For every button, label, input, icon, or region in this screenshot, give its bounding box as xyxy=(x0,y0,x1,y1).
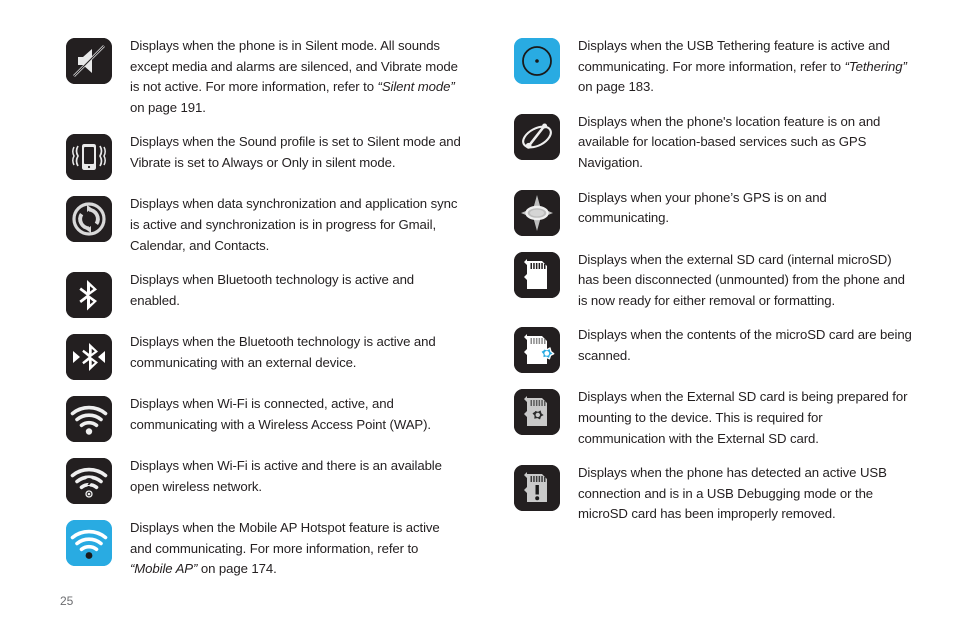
description-fragment: Displays when the external SD card (inte… xyxy=(578,251,905,308)
page-number: 25 xyxy=(60,594,74,608)
icon-description-row: Displays when the contents of the microS… xyxy=(512,325,912,374)
description-fragment: Displays when the Bluetooth technology i… xyxy=(130,334,436,370)
icon-description-text: Displays when your phone’s GPS is on and… xyxy=(578,188,912,229)
icon-description-row: Displays when the external SD card (inte… xyxy=(512,250,912,312)
icon-description-text: Displays when the External SD card is be… xyxy=(578,387,912,449)
icon-description-row: ? Displays when Wi-Fi is active and ther… xyxy=(64,456,464,505)
icon-description-row: Displays when data synchronization and a… xyxy=(64,194,464,256)
description-fragment: Displays when the Mobile AP Hotspot feat… xyxy=(130,520,440,556)
icon-description-row: Displays when the phone's location featu… xyxy=(512,112,912,174)
description-fragment: on page 174. xyxy=(197,561,277,577)
description-fragment: Displays when the External SD card is be… xyxy=(578,389,908,446)
description-fragment: on page 191. xyxy=(130,99,206,115)
description-fragment: Displays when Wi-Fi is active and there … xyxy=(130,458,442,494)
left-column: Displays when the phone is in Silent mod… xyxy=(64,36,464,594)
usb-debugging-icon xyxy=(512,463,562,512)
icon-description-row: Displays when Wi-Fi is connected, active… xyxy=(64,394,464,443)
sync-active-icon xyxy=(64,194,114,243)
icon-description-text: Displays when data synchronization and a… xyxy=(130,194,464,256)
sd-card-unmounted-icon xyxy=(512,250,562,298)
bluetooth-connected-icon xyxy=(64,332,114,381)
icon-description-row: Displays when the External SD card is be… xyxy=(512,387,912,449)
wifi-open-network-icon: ? xyxy=(64,456,114,505)
icon-description-row: Displays when Bluetooth technology is ac… xyxy=(64,270,464,319)
icon-description-row: Displays when the USB Tethering feature … xyxy=(512,36,912,98)
sd-card-preparing-icon xyxy=(512,387,562,436)
cross-reference-link[interactable]: “Tethering” xyxy=(845,59,907,74)
icon-description-text: Displays when the contents of the microS… xyxy=(578,325,912,366)
mobile-ap-hotspot-icon xyxy=(64,518,114,567)
description-fragment: Displays when the phone has detected an … xyxy=(578,465,887,522)
description-fragment: on page 183. xyxy=(578,79,654,95)
icon-description-text: Displays when Wi-Fi is connected, active… xyxy=(130,394,464,435)
bluetooth-active-icon xyxy=(64,270,114,319)
icon-description-row: Displays when the Bluetooth technology i… xyxy=(64,332,464,381)
icon-description-text: Displays when Bluetooth technology is ac… xyxy=(130,270,464,311)
description-fragment: Displays when the phone's location featu… xyxy=(578,113,881,170)
cross-reference-link[interactable]: “Mobile AP” xyxy=(130,561,197,576)
icon-description-text: Displays when the Bluetooth technology i… xyxy=(130,332,464,373)
vibrate-mode-icon xyxy=(64,132,114,181)
status-icon-reference-page: Displays when the phone is in Silent mod… xyxy=(0,0,954,636)
description-fragment: Displays when the contents of the microS… xyxy=(578,327,912,363)
svg-text:?: ? xyxy=(84,475,93,492)
right-column: Displays when the USB Tethering feature … xyxy=(512,36,912,539)
icon-description-text: Displays when Wi-Fi is active and there … xyxy=(130,456,464,497)
silent-mode-icon xyxy=(64,36,114,84)
description-fragment: Displays when the USB Tethering feature … xyxy=(578,38,890,74)
icon-description-text: Displays when the USB Tethering feature … xyxy=(578,36,912,98)
icon-description-text: Displays when the Sound profile is set t… xyxy=(130,132,464,173)
icon-description-text: Displays when the phone is in Silent mod… xyxy=(130,36,464,118)
description-fragment: Displays when data synchronization and a… xyxy=(130,196,458,253)
cross-reference-link[interactable]: “Silent mode” xyxy=(378,79,455,94)
icon-description-row: Displays when the Mobile AP Hotspot feat… xyxy=(64,518,464,580)
description-fragment: Displays when Bluetooth technology is ac… xyxy=(130,272,415,308)
sd-card-scanning-icon xyxy=(512,325,562,374)
wifi-connected-icon xyxy=(64,394,114,443)
icon-description-text: Displays when the Mobile AP Hotspot feat… xyxy=(130,518,464,580)
usb-tethering-icon xyxy=(512,36,562,84)
description-fragment: Displays when your phone’s GPS is on and… xyxy=(578,189,827,226)
icon-description-row: Displays when your phone’s GPS is on and… xyxy=(512,188,912,236)
icon-description-text: Displays when the external SD card (inte… xyxy=(578,250,912,312)
icon-description-text: Displays when the phone has detected an … xyxy=(578,463,912,525)
icon-description-row: Displays when the Sound profile is set t… xyxy=(64,132,464,181)
description-fragment: Displays when the Sound profile is set t… xyxy=(130,134,461,170)
description-fragment: Displays when Wi-Fi is connected, active… xyxy=(130,396,431,432)
icon-description-row: Displays when the phone is in Silent mod… xyxy=(64,36,464,118)
gps-active-icon xyxy=(512,188,562,236)
icon-description-row: Displays when the phone has detected an … xyxy=(512,463,912,525)
location-service-icon xyxy=(512,112,562,160)
icon-description-text: Displays when the phone's location featu… xyxy=(578,112,912,174)
